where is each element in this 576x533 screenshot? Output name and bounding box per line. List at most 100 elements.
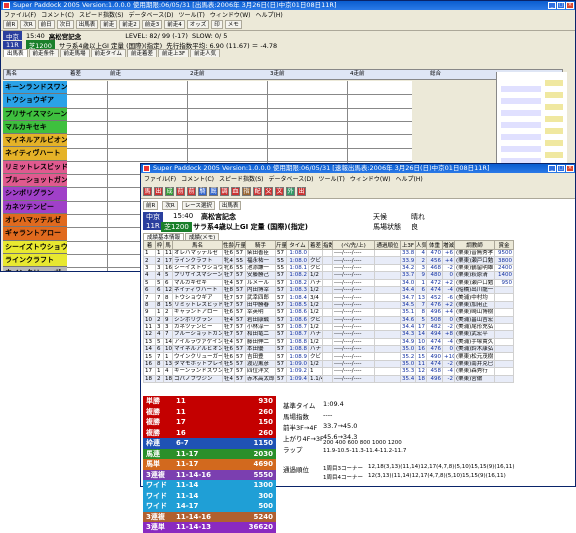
result-menu-speed[interactable]: スピード指数(S): [219, 174, 264, 183]
minimize-button[interactable]: _: [548, 2, 556, 9]
result-row[interactable]: 4 4 5 プリサイスマシーン 牡7 57 安藤勝己 57 1:08.2 1/2 ----/----…: [143, 271, 514, 280]
result-toolbar-icon[interactable]: 調: [220, 186, 229, 196]
menu-tool[interactable]: ツール(T): [179, 10, 205, 19]
result-row[interactable]: 9 1 2 ギャラントアロー 牡6 57 幸英明 57 1:08.6 1/2 ----/----/-…: [143, 308, 514, 317]
result-row[interactable]: 8 8 15 リミットレスビッド 牡7 57 田中勝春 57 1:08.5 1/2 ----/---…: [143, 300, 514, 310]
result-row[interactable]: 14 6 10 マイネルアルビオン 牡6 57 本田優 57 1:08.8 ハナ ----/----…: [143, 345, 514, 354]
result-row[interactable]: 12 4 7 ブルーショットガン 牡7 57 和田竜二 57 1:08.7 ハナ ----/----…: [143, 330, 514, 339]
tab-last-time[interactable]: 前走タイム: [90, 49, 126, 57]
toolbar-odds[interactable]: オッズ: [186, 20, 210, 29]
maximize-button[interactable]: □: [557, 2, 565, 9]
result-row[interactable]: 11 3 3 カネツテンビー 牡7 57 小林淳一 57 1:08.7 1/2 ----/----/…: [143, 322, 514, 332]
toolbar-mark[interactable]: 印: [211, 20, 223, 29]
menu-help[interactable]: ヘルプ(H): [256, 10, 283, 19]
result-col-header[interactable]: 指数: [322, 240, 333, 250]
horse-row[interactable]: リミットレスビッド: [3, 160, 67, 175]
result-col-header[interactable]: 馬: [163, 240, 173, 250]
result-menu-help[interactable]: ヘルプ(H): [396, 174, 423, 183]
horse-row[interactable]: ウインクリューガー: [3, 267, 67, 271]
result-col-header[interactable]: 賞金: [494, 240, 514, 250]
result-toolbar-icon[interactable]: 馬: [143, 186, 152, 196]
result-prev-race[interactable]: 前R: [143, 200, 159, 210]
horse-row[interactable]: ラインクラフト: [3, 253, 67, 268]
result-col-header[interactable]: 斤量: [234, 240, 246, 250]
toolbar-last-race[interactable]: 前走: [100, 20, 118, 29]
result-maximize-button[interactable]: □: [557, 165, 565, 172]
tab-last-margin[interactable]: 前走着差: [126, 49, 157, 57]
horse-row[interactable]: マルカキセキ: [3, 120, 67, 135]
toolbar-memo[interactable]: メモ: [224, 20, 242, 29]
tab-last-pop[interactable]: 前走人気: [190, 49, 221, 57]
result-row[interactable]: 16 8 13 タマモホットプレイ 牡5 57 渡辺薫彦 57 1:09.0 1/2 ----/--…: [143, 359, 514, 369]
result-col-header[interactable]: 着差: [308, 240, 323, 250]
result-race-select[interactable]: レース選択: [181, 200, 215, 210]
result-col-header[interactable]: 体重: [426, 240, 443, 250]
result-col-header[interactable]: 調教師: [454, 240, 495, 250]
toolbar-last-race-3[interactable]: 前走3: [141, 20, 163, 29]
result-toolbar-icon[interactable]: 出: [297, 186, 306, 196]
horse-row[interactable]: ネイティヴハート: [3, 147, 67, 161]
result-menu-database[interactable]: データベース(D): [269, 174, 314, 183]
result-toolbar-icon[interactable]: 厩: [209, 186, 218, 196]
menu-database[interactable]: データベース(D): [129, 10, 174, 19]
result-toolbar-icon[interactable]: 指: [242, 186, 251, 196]
result-close-button[interactable]: ×: [566, 165, 574, 172]
tab-last-ground[interactable]: 前走馬場: [59, 49, 90, 57]
close-button[interactable]: ×: [566, 2, 574, 9]
result-col-header[interactable]: 増減: [442, 240, 455, 250]
result-col-header[interactable]: 人気: [415, 240, 427, 250]
menu-file[interactable]: ファイル(F): [4, 10, 36, 19]
result-next-race[interactable]: 次R: [162, 200, 178, 210]
result-row[interactable]: 13 5 14 アイルラヴァゲイン 牡4 57 藤田伸二 57 1:08.8 1/2 ----/--…: [143, 337, 514, 347]
tab-entries[interactable]: 出馬表: [3, 49, 28, 57]
horse-row[interactable]: シーイズトウショウ: [3, 240, 67, 254]
result-toolbar-icon[interactable]: 文: [275, 186, 284, 196]
result-col-header[interactable]: 性齢: [222, 240, 235, 250]
toolbar-next-day[interactable]: 次日: [56, 20, 74, 29]
result-toolbar-icon[interactable]: 血: [231, 186, 240, 196]
horse-row[interactable]: シンボリグラン: [3, 187, 67, 201]
toolbar-last-race-2[interactable]: 前走2: [119, 20, 140, 29]
horse-row[interactable]: キーンランドスワン: [3, 81, 67, 95]
result-toolbar-icon[interactable]: 配: [253, 186, 262, 196]
result-row[interactable]: 15 7 1 ウインクリューガー 牡6 57 吉田豊 57 1:08.9 クビ ----/----/…: [143, 352, 514, 361]
toolbar-prev-day[interactable]: 前日: [37, 20, 55, 29]
result-col-header[interactable]: タイム: [286, 240, 309, 250]
result-row[interactable]: 18218コパノフウジン牡457赤木高太郎571:09.41.1/4----/-…: [143, 374, 514, 384]
horse-row[interactable]: マイネルアルビオン: [3, 134, 67, 148]
result-col-header[interactable]: 枠: [155, 240, 164, 250]
result-row[interactable]: 5 5 6 マルカキセキ 牡4 57 ルメール 57 1:08.2 ハナ ----/----/---…: [143, 278, 514, 287]
result-window-title-bar[interactable]: Super Paddock 2005 Version:1.0.0.0 使用期限:…: [141, 164, 575, 173]
horse-row[interactable]: トウショウギア: [3, 94, 67, 108]
result-toolbar-icon[interactable]: 成: [165, 186, 174, 196]
tab-last-condition[interactable]: 前走条件: [28, 49, 59, 57]
result-toolbar-icon[interactable]: 外: [286, 186, 295, 196]
result-row[interactable]: 7 7 8 トウショウギア 牡7 57 武幸四郎 57 1:08.4 3/4 ----/----/-…: [143, 293, 514, 302]
horse-row[interactable]: ブルーショットガン: [3, 174, 67, 188]
result-toolbar-icon[interactable]: 前: [187, 186, 196, 196]
result-col-header[interactable]: 斤量: [275, 240, 287, 250]
result-toolbar-icon[interactable]: 出: [154, 186, 163, 196]
result-row[interactable]: 10 2 9 シンボリグラン 牡4 57 岩田康誠 57 1:08.6 クビ ----/----/-…: [143, 315, 514, 324]
result-menu-comment[interactable]: コメント(C): [181, 174, 214, 183]
result-row[interactable]: 6 6 12 ネイティヴハート 牡8 57 内田博幸 57 1:08.3 1/2 ----/----…: [143, 285, 514, 295]
horse-row[interactable]: ギャラントアロー: [3, 227, 67, 241]
result-col-header[interactable]: 着: [143, 240, 156, 250]
result-toolbar-icon[interactable]: 父: [264, 186, 273, 196]
result-menu-file[interactable]: ファイル(F): [144, 174, 176, 183]
toolbar-prev-race[interactable]: 前R: [3, 20, 19, 29]
result-row[interactable]: 3 3 16 シーイズトウショウ 牝6 55 池添謙一 55 1:08.1 クビ ----/----…: [143, 263, 514, 273]
result-col-header[interactable]: (ペ/先/上): [332, 240, 375, 250]
toolbar-entries[interactable]: 出馬表: [75, 20, 99, 29]
horse-row[interactable]: オレハマッテルゼ: [3, 213, 67, 228]
result-row[interactable]: 2 2 17 ラインクラフト 牝4 55 福永祐一 55 1:08.0 クビ ----/----/-…: [143, 256, 514, 265]
window-title-bar[interactable]: Super Paddock 2005 Version:1.0.0.0 使用期限:…: [1, 1, 575, 10]
result-toolbar-icon[interactable]: 前: [176, 186, 185, 196]
toolbar-last-race-4[interactable]: 前走4: [164, 20, 185, 29]
result-row[interactable]: 17 1 4 キーンランドスワン 牡7 57 四位洋文 57 1:09.2 1 ----/----/…: [143, 367, 514, 376]
result-col-header[interactable]: 通過順位: [374, 240, 401, 250]
tab-last-3f[interactable]: 前走上3F: [157, 49, 190, 57]
result-entries[interactable]: 出馬表: [218, 200, 242, 210]
toolbar-next-race[interactable]: 次R: [20, 20, 36, 29]
menu-comment[interactable]: コメント(C): [41, 10, 74, 19]
